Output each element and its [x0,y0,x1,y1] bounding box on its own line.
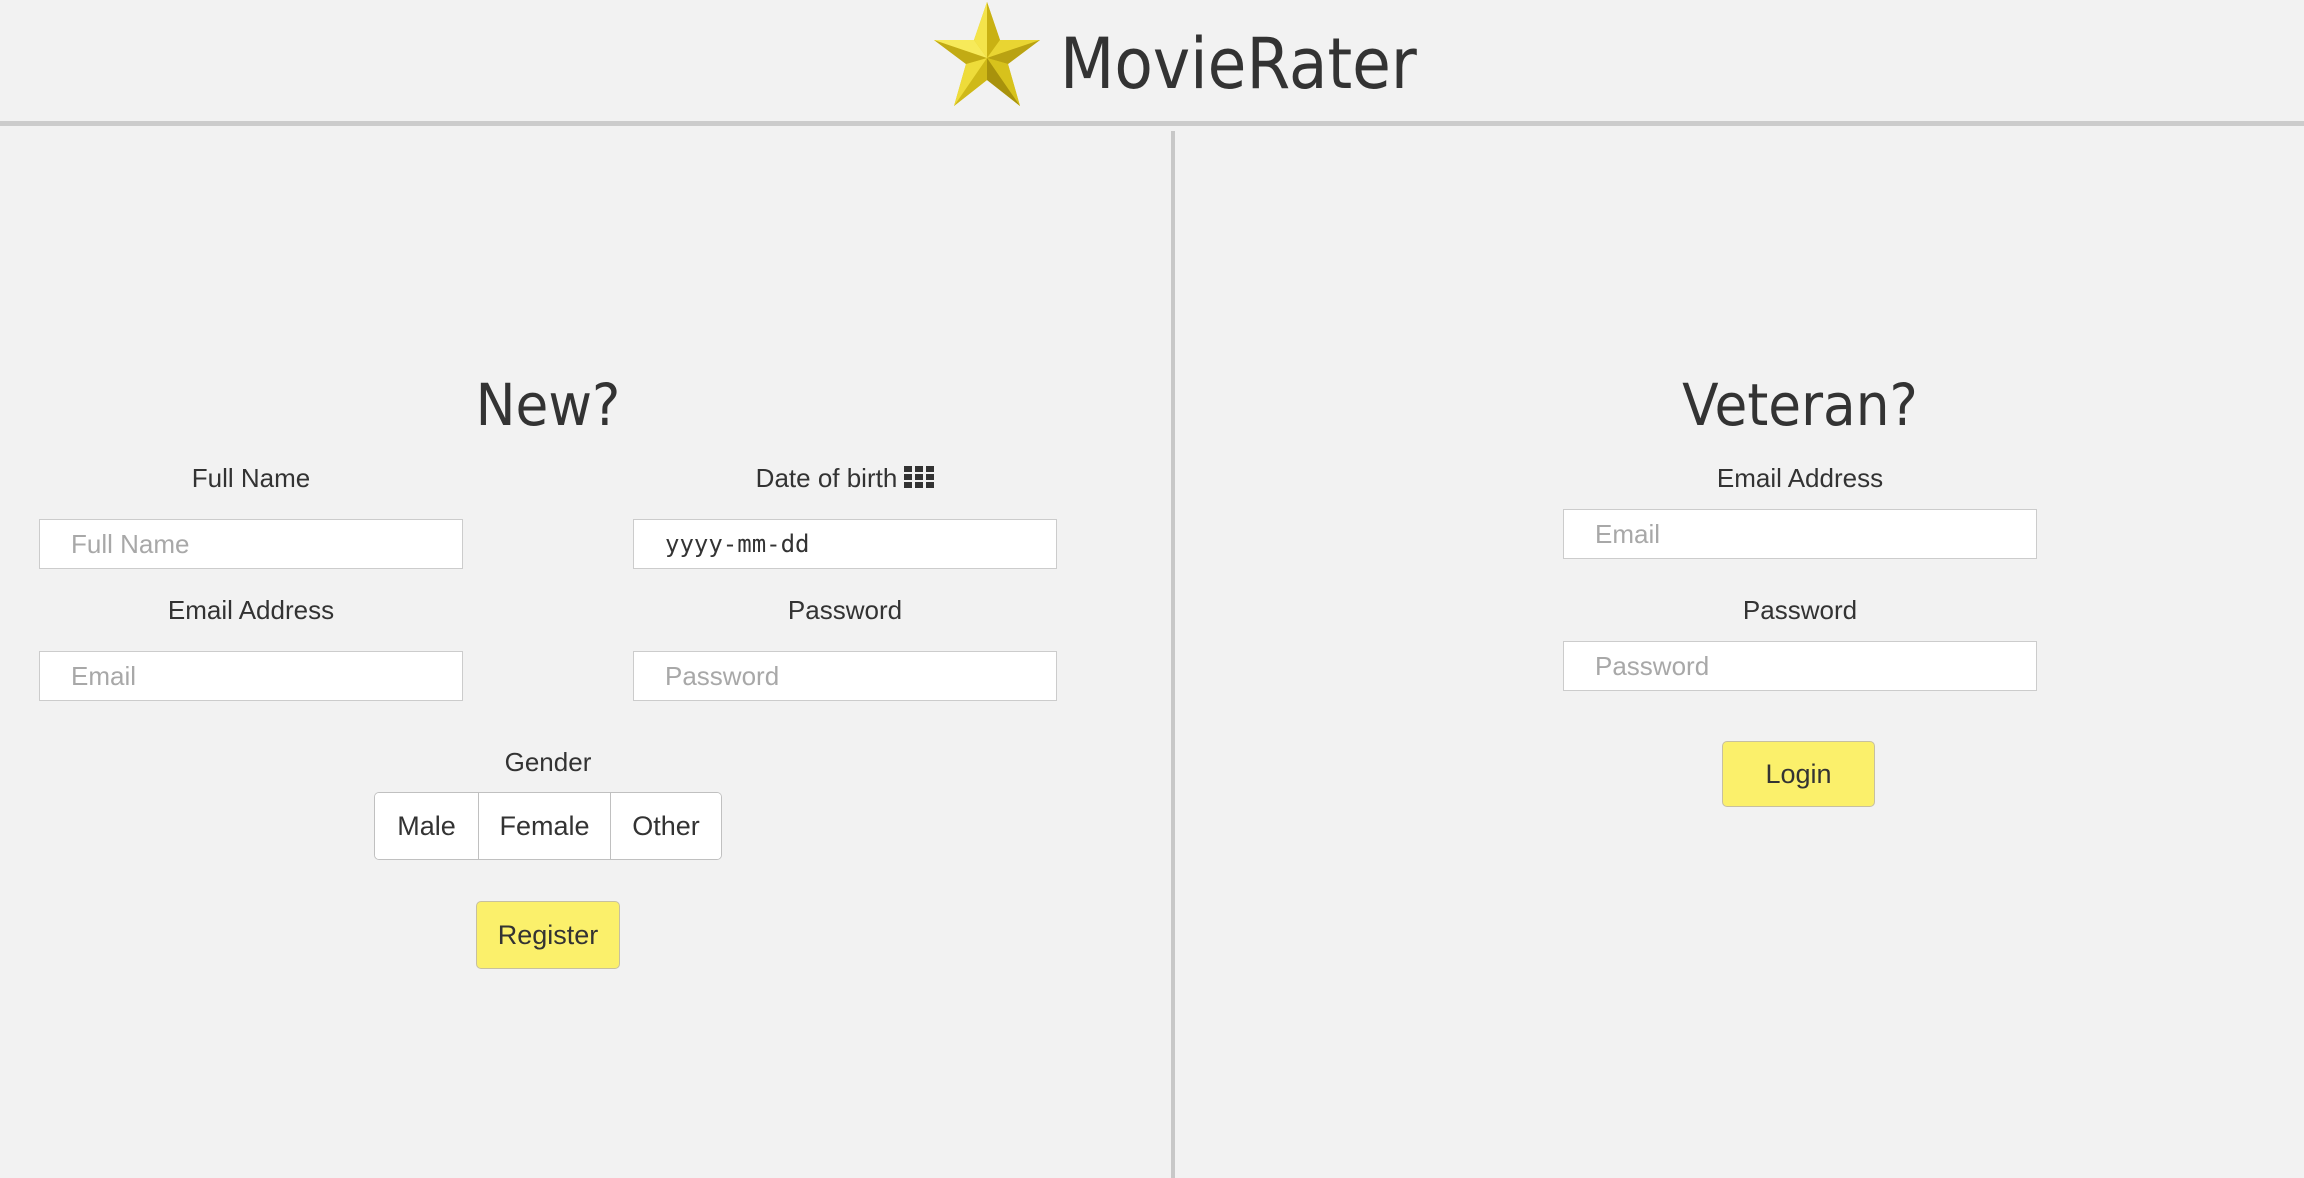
gender-option-female[interactable]: Female [479,793,611,859]
dob-input[interactable] [633,519,1057,569]
panel-divider [1171,131,1175,1178]
login-password-label: Password [1742,595,1858,625]
star-icon [934,2,1040,106]
register-email-label: Email Address [167,595,335,625]
login-email-label: Email Address [1716,463,1884,493]
register-password-input[interactable] [633,651,1057,701]
full-name-input[interactable] [39,519,463,569]
calendar-icon [904,466,935,489]
gender-selector: Male Female Other [374,792,722,860]
register-title: New? [475,371,621,439]
full-name-label: Full Name [191,463,311,493]
app-header: MovieRater [0,0,2304,126]
register-button[interactable]: Register [476,901,620,969]
login-title: Veteran? [1682,371,1918,439]
gender-label: Gender [504,747,592,777]
dob-label: Date of birth [755,463,898,493]
login-password-input[interactable] [1563,641,2037,691]
gender-option-other[interactable]: Other [611,793,721,859]
app-title: MovieRater [1060,23,1417,105]
dob-label-row: Date of birth [633,462,1057,494]
register-email-input[interactable] [39,651,463,701]
register-password-label: Password [787,595,903,625]
gender-option-male[interactable]: Male [375,793,479,859]
login-email-input[interactable] [1563,509,2037,559]
login-button[interactable]: Login [1722,741,1875,807]
